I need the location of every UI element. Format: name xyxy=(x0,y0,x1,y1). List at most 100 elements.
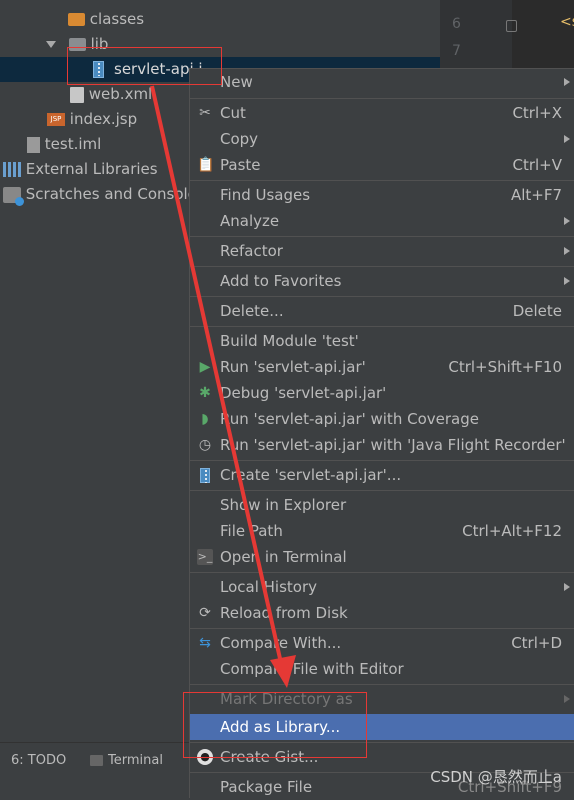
menu-item-shortcut: Ctrl+X xyxy=(512,104,562,122)
menu-item-file-path[interactable]: File Path Ctrl+Alt+F12 xyxy=(190,518,574,544)
menu-item-build-module[interactable]: Build Module 'test' xyxy=(190,328,574,354)
flight-recorder-icon: ◷ xyxy=(198,437,212,453)
terminal-tab[interactable]: Terminal xyxy=(90,753,163,768)
menu-separator xyxy=(190,628,574,629)
menu-item-label: Run 'servlet-api.jar' xyxy=(220,358,366,376)
submenu-arrow-icon xyxy=(564,247,570,255)
tree-item-label: classes xyxy=(89,10,145,28)
tree-item-label: web.xml xyxy=(88,85,153,103)
menu-separator xyxy=(190,180,574,181)
menu-item-refactor[interactable]: Refactor xyxy=(190,238,574,264)
tree-item-label: index.jsp xyxy=(69,110,138,128)
menu-item-open-in-terminal[interactable]: >_ Open in Terminal xyxy=(190,544,574,570)
menu-item-add-to-favorites[interactable]: Add to Favorites xyxy=(190,268,574,294)
menu-item-label: Copy xyxy=(220,130,259,148)
menu-item-label: Cut xyxy=(220,104,246,122)
fold-marker-icon[interactable] xyxy=(506,20,517,32)
menu-item-compare-with[interactable]: ⇆ Compare With... Ctrl+D xyxy=(190,630,574,656)
menu-item-label: Run 'servlet-api.jar' with Coverage xyxy=(220,410,479,428)
tree-item-external-libraries[interactable]: External Libraries xyxy=(3,157,158,182)
menu-item-new[interactable]: New xyxy=(190,69,574,95)
menu-item-delete[interactable]: Delete... Delete xyxy=(190,298,574,324)
xml-file-icon xyxy=(70,86,84,103)
menu-item-run-flight-recorder[interactable]: ◷ Run 'servlet-api.jar' with 'Java Flight… xyxy=(190,432,574,458)
chevron-down-icon[interactable] xyxy=(46,41,56,48)
menu-item-shortcut: Ctrl+Shift+F10 xyxy=(448,358,562,376)
menu-item-compare-file-with-editor[interactable]: Compare File with Editor xyxy=(190,656,574,682)
watermark-text: CSDN @恳然而止a xyxy=(430,768,562,786)
menu-separator xyxy=(190,236,574,237)
menu-item-cut[interactable]: ✂ Cut Ctrl+X xyxy=(190,100,574,126)
menu-item-reload-from-disk[interactable]: ⟳ Reload from Disk xyxy=(190,600,574,626)
menu-item-label: Local History xyxy=(220,578,318,596)
tree-item-index-jsp[interactable]: JSP index.jsp xyxy=(47,107,137,132)
menu-item-label: Analyze xyxy=(220,212,280,230)
menu-item-label: Show in Explorer xyxy=(220,496,347,514)
submenu-arrow-icon xyxy=(564,695,570,703)
menu-item-show-in-explorer[interactable]: Show in Explorer xyxy=(190,492,574,518)
menu-item-label: Refactor xyxy=(220,242,283,260)
reload-icon: ⟳ xyxy=(199,605,211,621)
submenu-arrow-icon xyxy=(564,78,570,86)
submenu-arrow-icon xyxy=(564,583,570,591)
menu-item-local-history[interactable]: Local History xyxy=(190,574,574,600)
jar-config-icon xyxy=(197,467,213,483)
menu-item-label: Find Usages xyxy=(220,186,311,204)
tree-item-classes[interactable]: classes xyxy=(68,7,144,32)
menu-item-label: Package File xyxy=(220,778,313,796)
menu-item-label: Add to Favorites xyxy=(220,272,342,290)
todo-tab-label: 6: TODO xyxy=(11,753,67,768)
menu-item-shortcut: Ctrl+Alt+F12 xyxy=(462,522,562,540)
menu-separator xyxy=(190,326,574,327)
todo-tab[interactable]: 6: TODO xyxy=(8,753,66,768)
tree-item-label: External Libraries xyxy=(25,160,158,178)
menu-item-copy[interactable]: Copy xyxy=(190,126,574,152)
menu-item-label: Paste xyxy=(220,156,261,174)
annotation-box-jar xyxy=(67,47,222,85)
menu-item-create-config[interactable]: Create 'servlet-api.jar'... xyxy=(190,462,574,488)
menu-item-label: Open in Terminal xyxy=(220,548,347,566)
menu-item-shortcut: Delete xyxy=(512,302,562,320)
submenu-arrow-icon xyxy=(564,217,570,225)
terminal-icon: >_ xyxy=(197,549,213,565)
iml-file-icon xyxy=(27,136,40,153)
menu-item-label: Delete... xyxy=(220,302,284,320)
line-number: 7 xyxy=(452,43,461,59)
menu-item-debug[interactable]: ✱ Debug 'servlet-api.jar' xyxy=(190,380,574,406)
tree-item-test-iml[interactable]: test.iml xyxy=(27,132,101,157)
menu-item-run[interactable]: ▶ Run 'servlet-api.jar' Ctrl+Shift+F10 xyxy=(190,354,574,380)
menu-separator xyxy=(190,684,574,685)
tree-item-label: test.iml xyxy=(44,135,102,153)
coverage-icon: ◗ xyxy=(201,411,209,427)
menu-item-label: Create 'servlet-api.jar'... xyxy=(220,466,402,484)
menu-item-analyze[interactable]: Analyze xyxy=(190,208,574,234)
terminal-tab-label: Terminal xyxy=(108,753,163,768)
tree-item-scratches[interactable]: Scratches and Console xyxy=(3,182,197,207)
menu-item-shortcut: Alt+F7 xyxy=(510,186,562,204)
editor-gutter xyxy=(440,0,512,68)
folder-icon xyxy=(68,13,85,26)
tool-window-bar: 6: TODO Terminal xyxy=(0,742,189,799)
menu-item-label: Debug 'servlet-api.jar' xyxy=(220,384,387,402)
tree-item-label: Scratches and Console xyxy=(25,185,197,203)
compare-icon: ⇆ xyxy=(199,635,211,651)
run-icon: ▶ xyxy=(199,359,211,375)
menu-separator xyxy=(190,460,574,461)
jsp-file-icon: JSP xyxy=(47,113,65,126)
menu-item-find-usages[interactable]: Find Usages Alt+F7 xyxy=(190,182,574,208)
libraries-icon xyxy=(3,162,21,177)
clipboard-icon: 📋 xyxy=(197,157,215,173)
menu-separator xyxy=(190,296,574,297)
code-fragment[interactable]: <s xyxy=(560,14,574,30)
scissors-icon: ✂ xyxy=(199,105,211,121)
menu-item-label: Compare With... xyxy=(220,634,342,652)
menu-separator xyxy=(190,572,574,573)
menu-separator xyxy=(190,266,574,267)
menu-item-run-coverage[interactable]: ◗ Run 'servlet-api.jar' with Coverage xyxy=(190,406,574,432)
debug-icon: ✱ xyxy=(199,385,211,401)
submenu-arrow-icon xyxy=(564,135,570,143)
menu-item-paste[interactable]: 📋 Paste Ctrl+V xyxy=(190,152,574,178)
tree-item-web-xml[interactable]: web.xml xyxy=(70,82,152,107)
menu-item-label: Run 'servlet-api.jar' with 'Java Flight … xyxy=(220,436,566,454)
line-number: 6 xyxy=(452,16,461,32)
